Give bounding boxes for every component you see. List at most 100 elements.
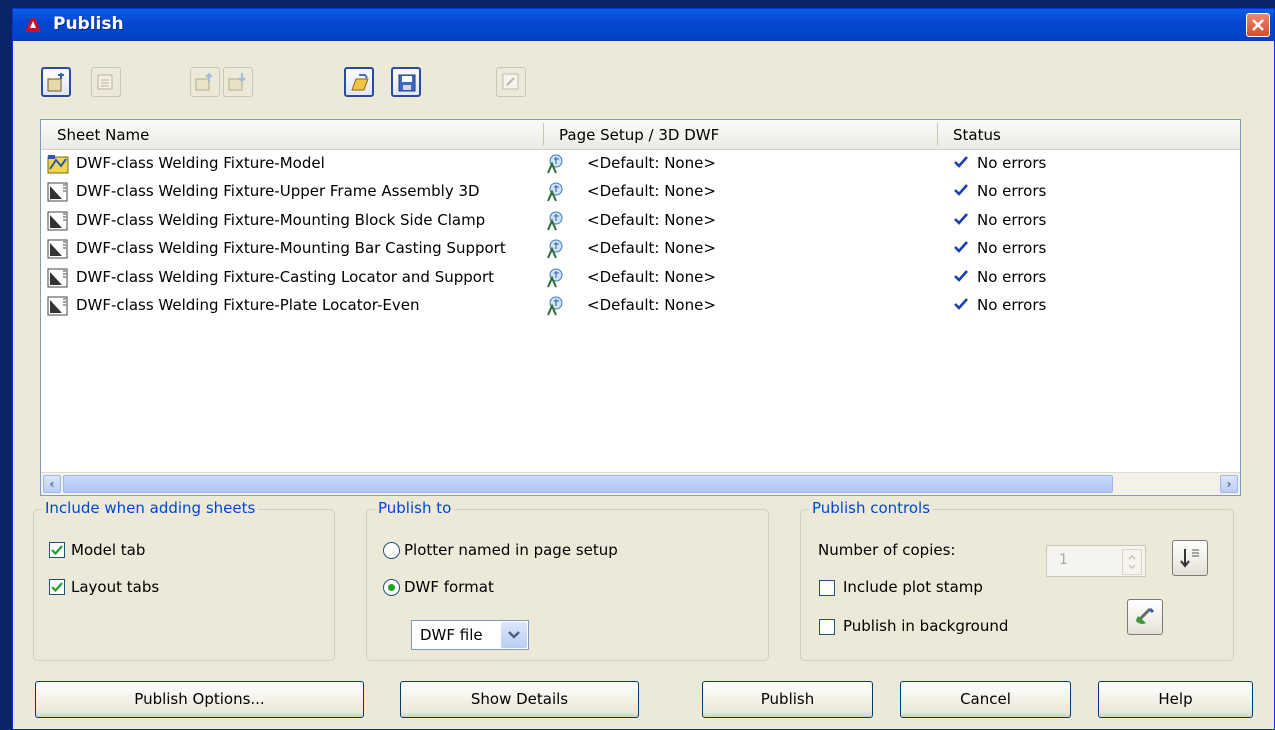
layout-sheet-icon (47, 211, 68, 231)
dwf-format-label[interactable]: DWF format (404, 578, 494, 596)
window-title: Publish (53, 14, 124, 34)
success-check-icon (954, 241, 968, 254)
status-text: No errors (977, 296, 1047, 314)
sheet-row[interactable]: DWF-class Welding Fixture-Mounting Bar C… (41, 235, 1240, 263)
radio-selected-dot (388, 584, 395, 591)
status-text: No errors (977, 210, 1047, 229)
add-sheets-icon (47, 73, 64, 92)
sheet-name: DWF-class Welding Fixture-Upper Frame As… (76, 182, 480, 201)
include-plot-stamp-checkbox[interactable] (819, 580, 835, 596)
layout-tabs-label[interactable]: Layout tabs (71, 578, 159, 596)
spinner-arrows[interactable] (1122, 549, 1142, 575)
scroll-right-button[interactable]: › (1220, 475, 1238, 493)
sort-down-icon (1180, 549, 1199, 568)
sheet-row[interactable]: DWF-class Welding Fixture-Mounting Block… (41, 207, 1240, 235)
copies-value[interactable]: 1 (1059, 552, 1068, 568)
page-setup-icon (547, 154, 563, 174)
success-check-icon (954, 156, 968, 168)
move-sheet-up-button[interactable] (190, 67, 220, 97)
sheet-name: DWF-class Welding Fixture-Mounting Bar C… (76, 239, 506, 258)
publish-dialog: Publish Sheet Name Page Setup / 3D DWF S… (12, 8, 1275, 730)
copies-label: Number of copies: (818, 541, 956, 559)
page-setup-icon (547, 182, 563, 202)
column-sheet-name[interactable]: Sheet Name (57, 126, 149, 144)
help-button[interactable]: Help (1098, 681, 1253, 718)
model-tab-checkbox[interactable] (49, 542, 65, 558)
sheet-row[interactable]: DWF-class Welding Fixture-Plate Locator-… (41, 292, 1240, 320)
remove-sheets-button[interactable] (91, 67, 121, 97)
move-down-icon (228, 73, 246, 91)
include-plot-stamp-label[interactable]: Include plot stamp (843, 578, 983, 596)
page-setup-value: <Default: None> (587, 210, 716, 229)
horizontal-scrollbar[interactable]: ‹ › (41, 472, 1240, 495)
copies-spinner[interactable]: 1 (1046, 545, 1146, 577)
sheet-row[interactable]: DWF-class Welding Fixture-Model <Default:… (41, 150, 1240, 178)
dwf-type-select[interactable]: DWF file (411, 620, 529, 650)
save-sheet-list-button[interactable] (391, 67, 421, 97)
column-divider[interactable] (543, 123, 544, 145)
load-list-icon (351, 74, 369, 91)
sheet-name: DWF-class Welding Fixture-Mounting Block… (76, 210, 486, 229)
sheet-name: DWF-class Welding Fixture-Model (76, 154, 325, 172)
page-setup-value: <Default: None> (587, 267, 716, 286)
move-up-icon (195, 72, 213, 91)
model-tab-label[interactable]: Model tab (71, 541, 145, 559)
dwf-type-value: DWF file (420, 626, 483, 644)
close-button[interactable] (1246, 13, 1270, 37)
save-icon (398, 74, 416, 92)
group-title: Publish controls (809, 499, 934, 517)
load-sheet-list-button[interactable] (344, 67, 374, 97)
success-check-icon (954, 184, 968, 197)
sheet-row[interactable]: DWF-class Welding Fixture-Casting Locato… (41, 264, 1240, 292)
add-sheets-button[interactable] (41, 67, 71, 97)
success-check-icon (954, 269, 968, 282)
publish-in-background-label[interactable]: Publish in background (843, 617, 1008, 635)
scrollbar-thumb[interactable] (63, 475, 1113, 493)
page-setup-icon (547, 296, 563, 316)
scroll-left-button[interactable]: ‹ (43, 475, 61, 493)
cancel-button[interactable]: Cancel (900, 681, 1071, 718)
model-space-icon (47, 155, 69, 174)
show-details-button[interactable]: Show Details (400, 681, 639, 718)
sheet-name: DWF-class Welding Fixture-Plate Locator-… (76, 296, 420, 314)
sheet-order-button[interactable] (1172, 540, 1208, 576)
plotter-radio[interactable] (383, 542, 400, 559)
group-title: Publish to (375, 499, 455, 517)
stamp-brush-icon (1135, 607, 1155, 624)
sheet-list[interactable]: Sheet Name Page Setup / 3D DWF Status DW… (40, 119, 1241, 496)
publish-options-button[interactable]: Publish Options... (35, 681, 364, 718)
spinner-arrows-icon (1128, 554, 1136, 570)
publish-in-background-checkbox[interactable] (819, 619, 835, 635)
status-text: No errors (977, 239, 1047, 258)
page-setup-icon (547, 239, 563, 259)
layout-sheet-icon (47, 268, 68, 288)
page-setup-value: <Default: None> (587, 182, 716, 201)
title-bar: Publish (13, 9, 1274, 41)
remove-sheets-icon (97, 74, 113, 90)
plot-stamp-icon (502, 73, 519, 90)
page-setup-icon (547, 268, 563, 287)
checkmark-icon (51, 545, 63, 556)
page-setup-value: <Default: None> (587, 154, 716, 172)
plot-stamp-settings-button[interactable] (496, 67, 526, 97)
sheet-name: DWF-class Welding Fixture-Casting Locato… (76, 267, 495, 286)
sheet-list-header: Sheet Name Page Setup / 3D DWF Status (41, 120, 1240, 150)
checkmark-icon (51, 582, 63, 593)
status-text: No errors (977, 154, 1047, 172)
plotter-label[interactable]: Plotter named in page setup (404, 541, 618, 559)
status-text: No errors (977, 182, 1047, 201)
column-status[interactable]: Status (953, 126, 1001, 144)
move-sheet-down-button[interactable] (223, 67, 253, 97)
page-setup-value: <Default: None> (587, 296, 716, 314)
sheet-row[interactable]: DWF-class Welding Fixture-Upper Frame As… (41, 178, 1240, 206)
page-setup-icon (547, 211, 563, 231)
plot-stamp-settings-button[interactable] (1127, 599, 1163, 635)
group-title: Include when adding sheets (42, 499, 259, 517)
dwf-format-radio[interactable] (383, 579, 400, 596)
publish-button[interactable]: Publish (702, 681, 873, 718)
dropdown-button[interactable] (501, 622, 527, 648)
layout-tabs-checkbox[interactable] (49, 579, 65, 595)
status-text: No errors (977, 267, 1047, 286)
column-divider[interactable] (937, 123, 938, 145)
column-page-setup[interactable]: Page Setup / 3D DWF (559, 126, 719, 144)
